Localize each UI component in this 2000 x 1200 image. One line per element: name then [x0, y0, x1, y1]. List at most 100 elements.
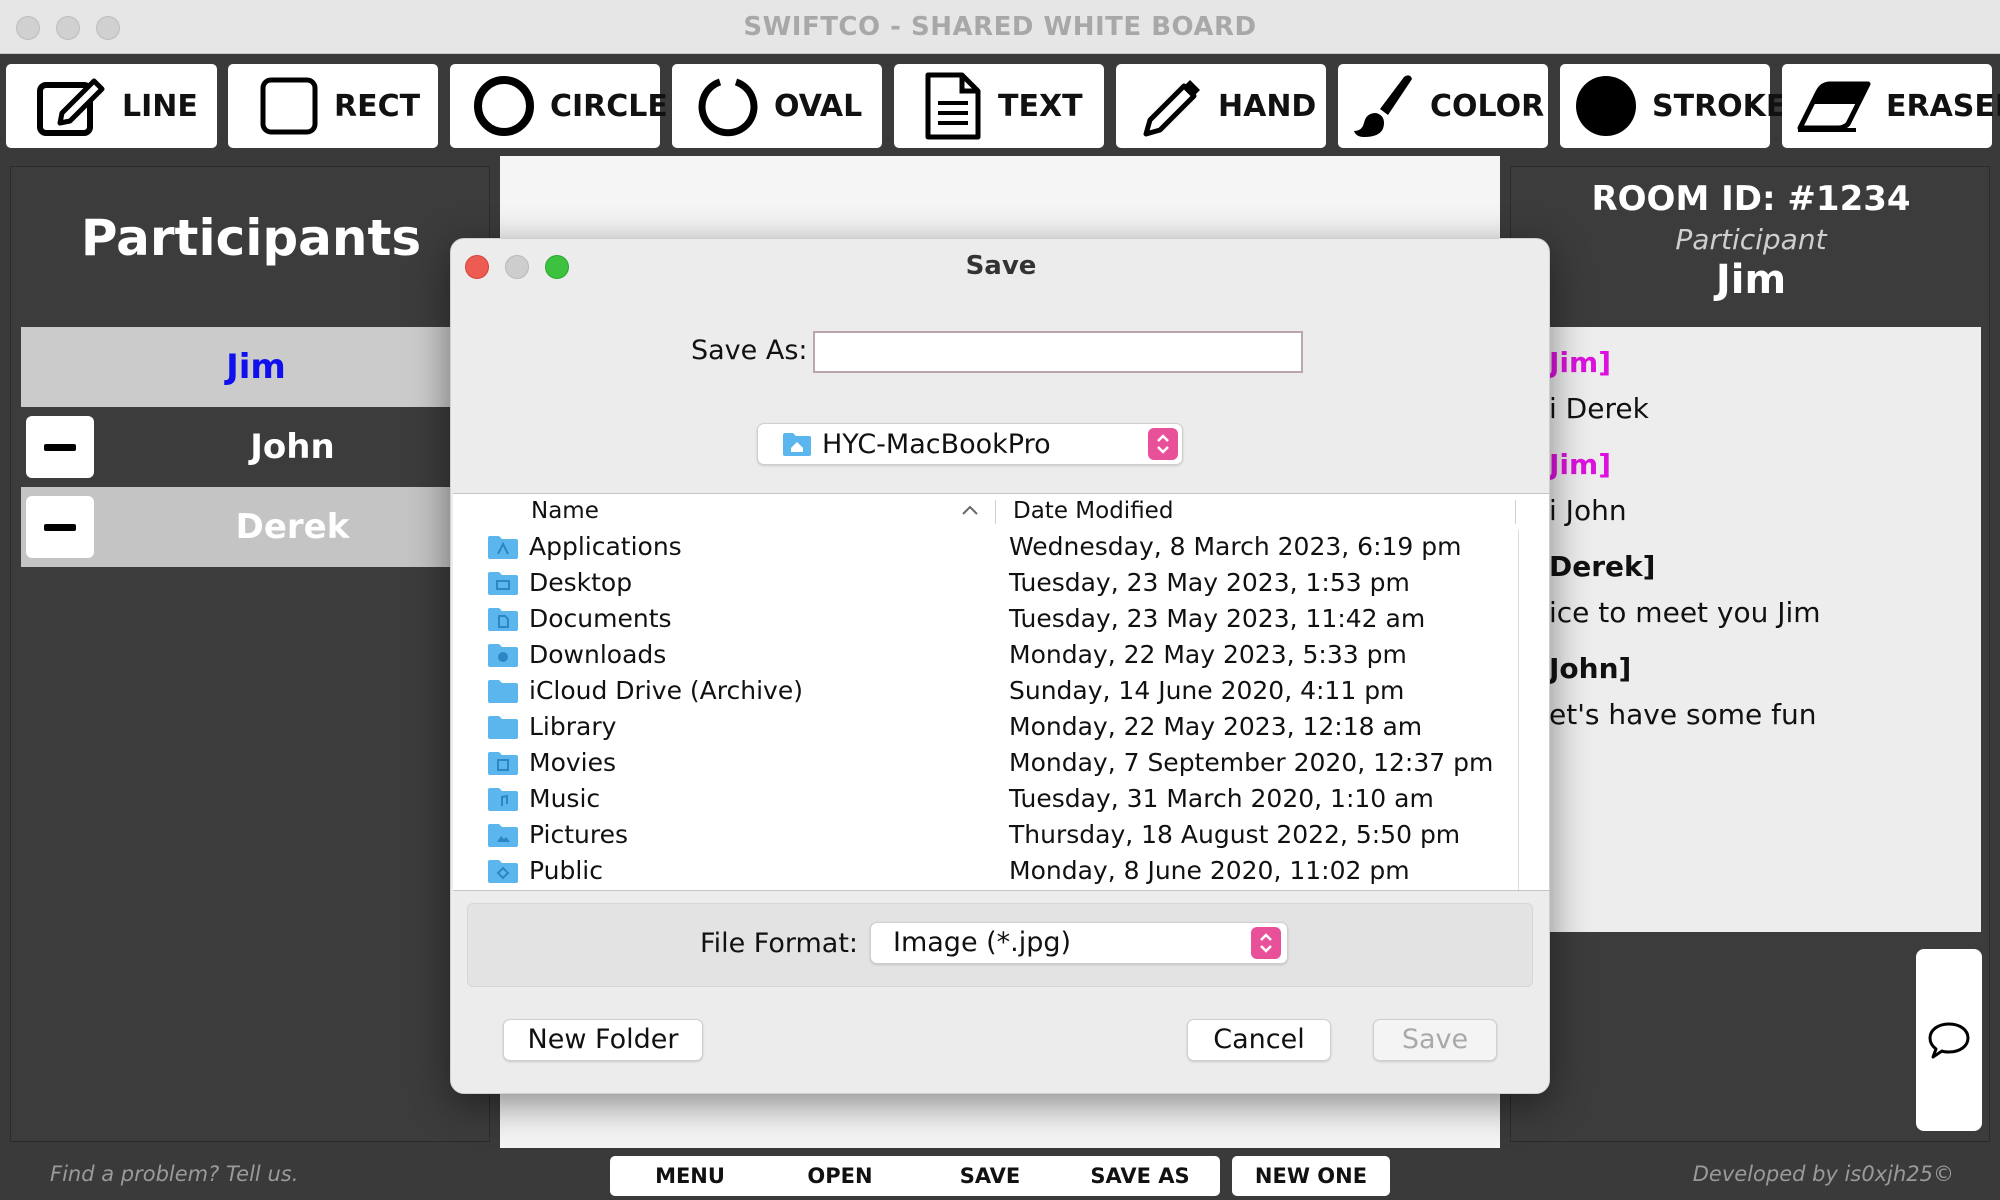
room-id-label: ROOM ID: #1234	[1591, 179, 1911, 219]
minus-icon	[44, 523, 76, 531]
dialog-close-button[interactable]	[465, 255, 489, 279]
file-row-documents[interactable]: Documents Tuesday, 23 May 2023, 11:42 am	[453, 602, 1513, 638]
column-header-name[interactable]: Name	[531, 498, 599, 524]
tool-label: STROKE	[1652, 88, 1787, 124]
save-button[interactable]: SAVE	[910, 1156, 1070, 1196]
file-name: iCloud Drive (Archive)	[529, 676, 803, 705]
save-as-label: Save As:	[691, 335, 808, 366]
chat-message-sender: Derek]	[1549, 550, 1656, 583]
circle-outline-icon	[474, 76, 534, 136]
participant-row-jim[interactable]: Jim	[21, 327, 491, 407]
tool-line-button[interactable]: LINE	[6, 64, 217, 148]
document-icon	[925, 72, 981, 140]
minus-icon	[44, 443, 76, 451]
file-row-music[interactable]: Music Tuesday, 31 March 2020, 1:10 am	[453, 782, 1513, 818]
menu-button[interactable]: MENU	[610, 1156, 770, 1196]
file-format-select[interactable]: Image (*.jpg)	[870, 922, 1288, 964]
downloads-folder-icon	[488, 644, 518, 667]
file-name: Pictures	[529, 820, 628, 849]
file-row-downloads[interactable]: Downloads Monday, 22 May 2023, 5:33 pm	[453, 638, 1513, 674]
save-button[interactable]: Save	[1373, 1019, 1497, 1061]
file-row-applications[interactable]: Applications Wednesday, 8 March 2023, 6:…	[453, 530, 1513, 566]
home-folder-icon	[783, 433, 811, 456]
list-scrollbar-track[interactable]	[1518, 530, 1519, 890]
participant-name: Derek	[235, 507, 350, 547]
file-browser-list[interactable]: Name Date Modified Applications Wednesda…	[453, 493, 1549, 891]
folder-icon	[488, 680, 518, 703]
bottom-bar: Find a problem? Tell us. MENU OPEN SAVE …	[0, 1148, 2000, 1200]
cancel-button[interactable]: Cancel	[1187, 1019, 1331, 1061]
tool-label: HAND	[1218, 88, 1317, 124]
dialog-zoom-button[interactable]	[545, 255, 569, 279]
public-folder-icon	[488, 860, 518, 883]
file-date: Tuesday, 23 May 2023, 1:53 pm	[1009, 568, 1410, 597]
tool-hand-button[interactable]: HAND	[1116, 64, 1326, 148]
chat-message-sender: Jim]	[1549, 346, 1611, 379]
tool-circle-button[interactable]: CIRCLE	[450, 64, 668, 148]
file-row-movies[interactable]: Movies Monday, 7 September 2020, 12:37 p…	[453, 746, 1513, 782]
feedback-link[interactable]: Find a problem? Tell us.	[50, 1162, 298, 1186]
remove-participant-button[interactable]	[26, 496, 94, 558]
tool-text-button[interactable]: TEXT	[894, 64, 1104, 148]
file-date: Tuesday, 31 March 2020, 1:10 am	[1009, 784, 1434, 813]
tool-stroke-button[interactable]: STROKE	[1560, 64, 1786, 148]
tool-label: ERASER	[1886, 88, 2000, 124]
tool-eraser-button[interactable]: ERASER	[1782, 64, 2000, 148]
tool-oval-button[interactable]: OVAL	[672, 64, 882, 148]
chat-message-text: i John	[1549, 494, 1627, 527]
tool-label: CIRCLE	[550, 88, 668, 124]
chat-message-text: i Derek	[1549, 392, 1649, 425]
file-row-desktop[interactable]: Desktop Tuesday, 23 May 2023, 1:53 pm	[453, 566, 1513, 602]
new-one-button[interactable]: NEW ONE	[1232, 1156, 1390, 1196]
file-row-icloud-drive[interactable]: iCloud Drive (Archive) Sunday, 14 June 2…	[453, 674, 1513, 710]
save-dialog: Save Save As: HYC-MacBookPro Name Date M…	[450, 238, 1550, 1094]
filled-circle-icon	[1576, 76, 1636, 136]
file-date: Thursday, 18 August 2022, 5:50 pm	[1009, 820, 1461, 849]
file-name: Library	[529, 712, 617, 741]
column-header-date-modified[interactable]: Date Modified	[1013, 498, 1173, 524]
location-select[interactable]: HYC-MacBookPro	[757, 423, 1183, 465]
file-row-public[interactable]: Public Monday, 8 June 2020, 11:02 pm	[453, 854, 1513, 890]
pictures-folder-icon	[488, 824, 518, 847]
eraser-icon	[1797, 81, 1871, 132]
save-as-input[interactable]	[813, 331, 1303, 373]
file-format-label: File Format:	[700, 928, 859, 959]
file-row-library[interactable]: Library Monday, 22 May 2023, 12:18 am	[453, 710, 1513, 746]
file-row-pictures[interactable]: Pictures Thursday, 18 August 2022, 5:50 …	[453, 818, 1513, 854]
chat-message-sender: John]	[1549, 652, 1632, 685]
movies-folder-icon	[488, 752, 518, 775]
tool-rect-button[interactable]: RECT	[228, 64, 438, 148]
window-title: SWIFTCO - SHARED WHITE BOARD	[743, 12, 1257, 42]
participant-name: John	[250, 427, 335, 467]
column-divider	[995, 500, 996, 524]
current-user-name: Jim	[1715, 257, 1787, 303]
file-format-section: File Format: Image (*.jpg)	[467, 903, 1533, 987]
file-name: Public	[529, 856, 603, 885]
music-folder-icon	[488, 788, 518, 811]
open-button[interactable]: OPEN	[760, 1156, 920, 1196]
dialog-minimize-button[interactable]	[505, 255, 529, 279]
file-name: Music	[529, 784, 601, 813]
participant-row-john[interactable]: John	[21, 407, 491, 487]
file-date: Monday, 22 May 2023, 5:33 pm	[1009, 640, 1407, 669]
chat-send-button[interactable]	[1916, 949, 1982, 1131]
tool-label: OVAL	[774, 88, 863, 124]
file-name: Documents	[529, 604, 672, 633]
remove-participant-button[interactable]	[26, 416, 94, 478]
participants-title: Participants	[80, 209, 422, 267]
credits-text: Developed by is0xjh25©	[1692, 1162, 1954, 1186]
file-date: Wednesday, 8 March 2023, 6:19 pm	[1009, 532, 1462, 561]
dialog-title: Save	[965, 251, 1037, 281]
new-folder-button[interactable]: New Folder	[503, 1019, 703, 1061]
participant-row-derek[interactable]: Derek	[21, 487, 491, 567]
file-name: Applications	[529, 532, 682, 561]
location-value: HYC-MacBookPro	[822, 428, 1051, 460]
file-date: Monday, 7 September 2020, 12:37 pm	[1009, 748, 1494, 777]
tool-color-button[interactable]: COLOR	[1338, 64, 1548, 148]
column-divider	[1515, 500, 1516, 524]
oval-arc-icon	[698, 78, 758, 137]
file-format-value: Image (*.jpg)	[893, 927, 1072, 958]
chat-panel: ROOM ID: #1234 Participant Jim Jim] i De…	[1510, 166, 1990, 1142]
save-as-button[interactable]: SAVE AS	[1060, 1156, 1220, 1196]
speech-bubble-icon	[1928, 1022, 1970, 1059]
